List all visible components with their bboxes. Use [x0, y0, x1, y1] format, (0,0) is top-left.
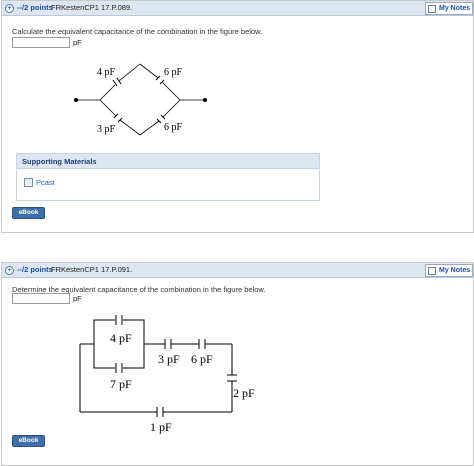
- question-prompt: Calculate the equivalent capacitance of …: [12, 27, 263, 36]
- question-card-1: + --/2 points FRKestenCP1 17.P.089. My N…: [1, 0, 474, 233]
- capacitor-symbol: [164, 339, 172, 349]
- unit-label: pF: [73, 294, 82, 303]
- my-notes-label: My Notes: [439, 5, 471, 12]
- terminal-dot: [203, 98, 207, 102]
- ebook-button[interactable]: eBook: [12, 207, 45, 219]
- question-header-1: + --/2 points FRKestenCP1 17.P.089. My N…: [2, 1, 473, 16]
- expand-icon[interactable]: +: [5, 4, 14, 13]
- supporting-materials-panel: Supporting Materials Pcast: [16, 153, 320, 201]
- pcast-icon: [24, 178, 33, 187]
- capacitor-symbol: [112, 77, 122, 87]
- question-id: FRKestenCP1 17.P.089.: [51, 3, 133, 12]
- terminal-dot: [74, 98, 78, 102]
- capacitor-symbol: [156, 407, 164, 417]
- pcast-label: Pcast: [36, 178, 55, 187]
- question-header-2: + --/2 points FRKestenCP1 17.P.091. My N…: [2, 263, 473, 278]
- supporting-materials-title: Supporting Materials: [17, 154, 319, 169]
- points-label: --/2 points: [17, 265, 53, 274]
- pcast-link[interactable]: Pcast: [24, 178, 55, 187]
- circuit-diagram-2: 4 pF 7 pF 3 pF 6 pF 2 pF 1 pF: [79, 315, 255, 434]
- ebook-button[interactable]: eBook: [12, 435, 45, 447]
- question-card-2: + --/2 points FRKestenCP1 17.P.091. My N…: [1, 262, 474, 466]
- capacitor-label: 3 pF: [97, 124, 116, 135]
- capacitor-label: 2 pF: [233, 386, 255, 400]
- capacitor-symbol: [198, 339, 206, 349]
- capacitor-symbol: [227, 374, 237, 382]
- my-notes-button[interactable]: My Notes: [425, 264, 473, 277]
- capacitor-label: 6 pF: [164, 67, 183, 78]
- capacitor-label: 3 pF: [158, 352, 180, 366]
- points-label: --/2 points: [17, 3, 53, 12]
- unit-label: pF: [73, 38, 82, 47]
- capacitor-label: 6 pF: [164, 122, 183, 133]
- capacitor-label: 4 pF: [97, 67, 116, 78]
- my-notes-button[interactable]: My Notes: [425, 2, 473, 15]
- answer-input[interactable]: [12, 293, 70, 304]
- capacitor-label: 7 pF: [110, 377, 132, 391]
- capacitor-label: 6 pF: [191, 352, 213, 366]
- capacitor-label: 4 pF: [110, 331, 132, 345]
- expand-icon[interactable]: +: [5, 266, 14, 275]
- answer-input[interactable]: [12, 37, 70, 48]
- my-notes-label: My Notes: [439, 267, 471, 274]
- question-id: FRKestenCP1 17.P.091.: [51, 265, 133, 274]
- checkbox-icon[interactable]: [428, 5, 436, 13]
- circuit-diagram-1: 4 pF 6 pF 3 pF 6 pF: [74, 63, 207, 136]
- checkbox-icon[interactable]: [428, 267, 436, 275]
- capacitor-label: 1 pF: [150, 420, 172, 434]
